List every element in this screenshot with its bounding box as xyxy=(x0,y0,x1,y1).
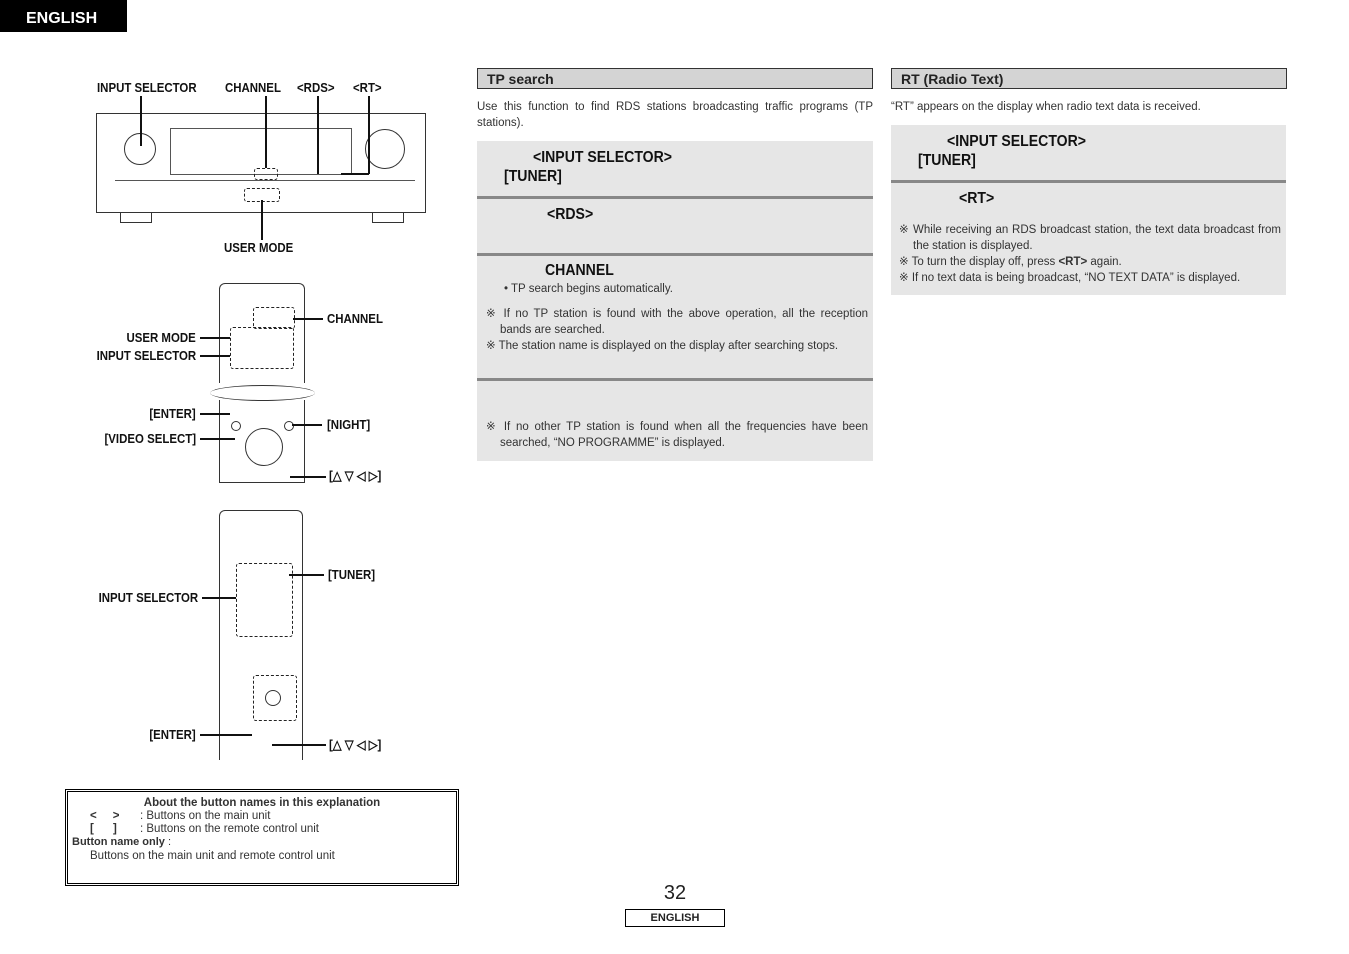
enter-button xyxy=(265,690,281,706)
leader-line xyxy=(200,438,235,440)
leader-line xyxy=(293,318,323,320)
receiver-foot xyxy=(372,213,404,223)
channel-highlight xyxy=(253,307,295,329)
legend-main-text: : Buttons on the main unit xyxy=(140,810,271,822)
tp-note: ※ If no TP station is found with the abo… xyxy=(486,308,868,336)
leader-line xyxy=(200,413,230,415)
language-tag: ENGLISH xyxy=(0,0,127,32)
legend-name-only-label: Button name only xyxy=(72,836,165,848)
tp-note: ※ The station name is displayed on the d… xyxy=(486,340,839,352)
leader-line xyxy=(368,96,370,174)
cursor-pad xyxy=(245,428,283,466)
label-rds: <RDS> xyxy=(297,80,335,95)
input-selector-highlight xyxy=(236,563,293,637)
legend-colon: : xyxy=(164,836,172,848)
tp-step3-bullet: • TP search begins automatically. xyxy=(504,283,673,295)
tp-step2-rds: <RDS> xyxy=(547,206,594,223)
rt-note-text: again. xyxy=(1087,256,1122,268)
label-channel: CHANNEL xyxy=(327,311,383,326)
tp-search-heading: TP search xyxy=(477,68,873,89)
label-channel: CHANNEL xyxy=(225,80,281,95)
rt-note: ※ While receiving an RDS broadcast stati… xyxy=(899,224,1281,252)
rt-note-button: <RT> xyxy=(1058,256,1088,268)
legend-title: About the button names in this explanati… xyxy=(143,797,381,809)
leader-line xyxy=(200,355,230,357)
leader-line xyxy=(261,200,263,240)
leader-line xyxy=(292,424,322,426)
leader-line xyxy=(202,597,236,599)
rt-note: ※ To turn the display off, press <RT> ag… xyxy=(899,254,1295,270)
label-tuner: [TUNER] xyxy=(328,567,376,582)
leader-line xyxy=(317,96,319,174)
tp-intro: Use this function to find RDS stations b… xyxy=(477,101,873,129)
leader-line xyxy=(272,744,326,746)
leader-line xyxy=(341,173,369,175)
panel-divider xyxy=(115,180,415,181)
legend-remote-text: : Buttons on the remote control unit xyxy=(140,823,319,835)
leader-line xyxy=(140,96,142,146)
rt-note: ※ If no text data is being broadcast, “N… xyxy=(899,272,1241,284)
label-video-select: [VIDEO SELECT] xyxy=(104,431,196,446)
footer-language: ENGLISH xyxy=(625,909,725,927)
leader-line xyxy=(289,574,324,576)
tp-step1-input-selector: <INPUT SELECTOR> xyxy=(533,149,673,166)
enter-button xyxy=(231,421,241,431)
input-selector-highlight xyxy=(230,327,294,369)
page-number: 32 xyxy=(663,882,687,904)
rt-step1-input-selector: <INPUT SELECTOR> xyxy=(947,133,1087,150)
step-divider xyxy=(477,196,873,199)
step-divider xyxy=(477,253,873,256)
night-button xyxy=(284,421,294,431)
leader-line xyxy=(200,734,252,736)
label-user-mode: USER MODE xyxy=(224,240,294,255)
label-rt: <RT> xyxy=(353,80,382,95)
label-cursor: [△ ▽ ◁ ▷] xyxy=(329,468,382,483)
legend-remote-symbol: [ ] xyxy=(90,823,117,835)
legend-name-only-text: Buttons on the main unit and remote cont… xyxy=(90,850,335,862)
button-names-legend: About the button names in this explanati… xyxy=(65,789,459,886)
rt-note-text: ※ To turn the display off, press xyxy=(899,256,1059,268)
channel-button-highlight xyxy=(254,168,278,180)
label-user-mode: USER MODE xyxy=(126,330,196,345)
leader-line xyxy=(290,476,326,478)
label-input-selector: INPUT SELECTOR xyxy=(97,80,197,95)
label-cursor: [△ ▽ ◁ ▷] xyxy=(329,737,382,752)
label-enter: [ENTER] xyxy=(149,406,196,421)
rt-heading: RT (Radio Text) xyxy=(891,68,1287,89)
label-night: [NIGHT] xyxy=(327,417,371,432)
legend-main-symbol: < > xyxy=(90,810,120,822)
break-mark xyxy=(210,385,315,401)
label-input-selector: INPUT SELECTOR xyxy=(98,590,198,605)
label-input-selector: INPUT SELECTOR xyxy=(96,348,196,363)
tp-step1-tuner: [TUNER] xyxy=(504,168,562,185)
rt-step2-rt: <RT> xyxy=(959,190,995,207)
tp-step3-channel: CHANNEL xyxy=(545,262,614,279)
step-divider xyxy=(891,180,1286,183)
tp-steps-box xyxy=(477,141,873,461)
label-enter: [ENTER] xyxy=(149,727,196,742)
leader-line xyxy=(200,337,230,339)
tp-note: ※ If no other TP station is found when a… xyxy=(486,421,868,449)
leader-line xyxy=(265,96,267,168)
receiver-foot xyxy=(120,213,152,223)
rt-intro: “RT” appears on the display when radio t… xyxy=(891,101,1201,113)
rt-step1-tuner: [TUNER] xyxy=(918,152,976,169)
step-divider xyxy=(477,378,873,381)
volume-knob xyxy=(365,129,405,169)
